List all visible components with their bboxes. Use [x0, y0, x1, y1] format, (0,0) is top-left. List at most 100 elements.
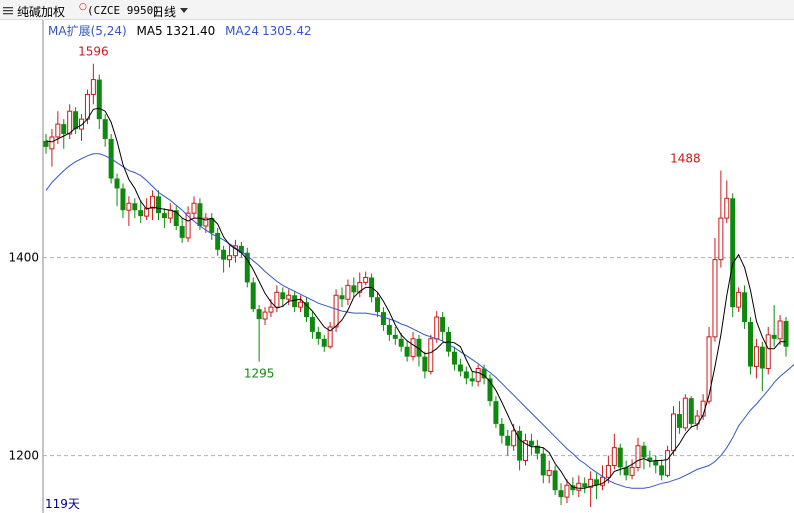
instrument-title: 纯碱加权: [17, 5, 66, 19]
candle: [339, 287, 345, 308]
period-selector[interactable]: 日线: [152, 3, 176, 20]
candle-body: [629, 466, 635, 476]
candle-body: [191, 202, 197, 214]
candle: [517, 425, 523, 471]
candle-body: [315, 331, 321, 339]
candle-body: [635, 445, 641, 468]
candle: [451, 346, 457, 371]
candle: [588, 471, 594, 508]
low-annotation: 1295: [244, 367, 275, 381]
candle: [232, 239, 238, 263]
candle-body: [398, 338, 404, 347]
candle-body: [659, 465, 665, 476]
candle: [582, 477, 588, 494]
candle-body: [333, 294, 339, 328]
annotation-layer: 1596129514881148: [78, 45, 701, 513]
candle: [256, 305, 262, 362]
candle-body: [712, 259, 718, 338]
candle: [345, 279, 351, 306]
candle: [132, 198, 138, 219]
candle: [398, 332, 404, 352]
candle-body: [67, 110, 73, 135]
candle: [534, 439, 540, 460]
candle-body: [73, 111, 79, 130]
candle-body: [730, 198, 736, 308]
candle-body: [262, 311, 268, 320]
candle: [292, 291, 298, 313]
candle: [161, 208, 167, 228]
candle-layer: [43, 63, 789, 508]
title-bar: 纯碱加权 ○ (CZCE 9950) 日线: [0, 0, 794, 20]
candle: [298, 295, 304, 313]
candle-body: [463, 371, 469, 379]
candle: [167, 203, 173, 224]
candle-body: [671, 413, 677, 452]
candle: [126, 196, 132, 227]
candle: [700, 394, 706, 420]
candle: [736, 287, 742, 313]
candle-body: [753, 346, 759, 368]
candle: [221, 245, 227, 273]
candlestick-chart[interactable]: 12001400 1596129514881148: [0, 20, 794, 513]
candle-body: [428, 338, 434, 372]
candle: [150, 190, 156, 221]
menu-icon[interactable]: [2, 4, 14, 16]
candle: [244, 247, 250, 288]
candle-body: [386, 324, 392, 335]
candle: [209, 213, 215, 240]
candle: [404, 340, 410, 362]
candle-body: [434, 316, 440, 340]
candle: [96, 74, 102, 130]
candle-body: [49, 136, 55, 150]
candle: [457, 358, 463, 377]
candle: [576, 475, 582, 498]
candle: [747, 317, 753, 375]
candle-body: [742, 292, 748, 322]
candle: [120, 183, 126, 219]
candle: [570, 477, 576, 496]
candle: [635, 437, 641, 472]
candle-body: [511, 430, 517, 447]
candle: [114, 173, 120, 207]
candle: [765, 326, 771, 375]
candle-body: [558, 490, 564, 498]
candle-body: [138, 210, 144, 217]
candle: [724, 180, 730, 224]
candle: [706, 326, 712, 405]
candle-body: [582, 483, 588, 488]
candle: [682, 394, 688, 431]
candle-body: [375, 297, 381, 313]
candle: [250, 277, 256, 313]
candle: [641, 441, 647, 470]
candle-body: [422, 356, 428, 372]
candle: [475, 364, 481, 387]
candle-body: [197, 203, 203, 227]
candle-body: [132, 203, 138, 211]
candle: [315, 326, 321, 345]
candle-body: [268, 306, 274, 313]
candle: [327, 322, 333, 349]
candle: [617, 443, 623, 476]
candle-body: [665, 450, 671, 476]
candle: [552, 465, 558, 496]
candle-body: [150, 195, 156, 209]
chevron-down-icon[interactable]: [180, 8, 188, 13]
candle-body: [611, 447, 617, 466]
candle-body: [120, 188, 126, 211]
candle-body: [706, 336, 712, 402]
candle-body: [61, 124, 67, 134]
day-count: 119天: [45, 497, 80, 511]
candle-body: [167, 209, 173, 219]
candle: [309, 312, 315, 339]
candle-body: [410, 338, 416, 358]
status-dot-icon: ○: [79, 2, 87, 12]
candle: [463, 366, 469, 385]
candle-body: [499, 423, 505, 436]
candle-body: [457, 364, 463, 372]
candle-body: [274, 291, 280, 308]
candle-body: [540, 453, 546, 476]
candle: [665, 445, 671, 478]
candle: [718, 170, 724, 268]
grid-layer: 1200 1400: [8, 20, 794, 513]
candle: [753, 338, 759, 379]
